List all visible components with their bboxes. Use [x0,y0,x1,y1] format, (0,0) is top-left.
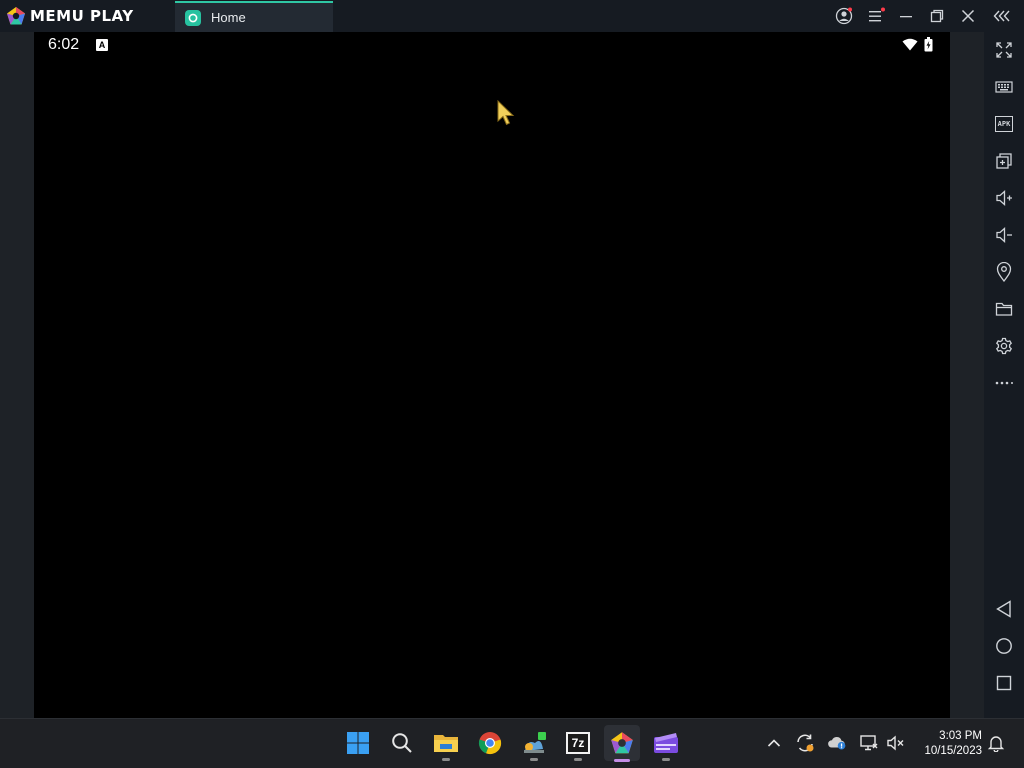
taskbar-memu[interactable] [604,725,640,762]
mouse-cursor-icon [497,100,515,126]
folder-icon [995,302,1013,316]
volume-up-icon [996,190,1012,206]
account-button[interactable] [834,6,854,26]
tray-sync[interactable] [795,733,815,753]
minimize-button[interactable] [896,6,916,26]
running-indicator [574,758,582,761]
bell-icon [987,736,1005,752]
clipchamp-icon [654,733,678,753]
menu-icon [869,7,885,22]
tab-home[interactable]: Home [175,1,333,32]
fullscreen-button[interactable] [992,38,1016,62]
clock-date: 10/15/2023 [924,745,982,757]
keyboard-indicator-icon: A [96,39,108,51]
tray-onedrive[interactable] [827,733,847,753]
running-indicator [530,758,538,761]
collapse-sidebar-button[interactable] [993,6,1013,26]
multi-instance-icon [996,153,1012,169]
apk-icon: APK [995,116,1013,132]
sync-icon [797,734,814,752]
more-icon [995,381,1013,385]
file-explorer-icon [434,735,458,752]
taskbar-search-button[interactable] [386,727,418,759]
app-logo: MEMU PLAY [6,6,134,26]
left-border [0,32,34,718]
cloud-icon [828,736,846,750]
7zip-label: 7z [571,736,585,750]
taskbar-clipchamp[interactable] [650,727,682,761]
running-indicator [442,758,450,761]
android-recents-button[interactable] [992,671,1016,695]
show-hidden-icons-button[interactable] [764,733,784,753]
multi-instance-button[interactable] [992,149,1016,173]
taskbar-7zip[interactable]: 7z [562,727,594,761]
android-status-time: 6:02 [48,36,80,53]
network-icon [860,735,878,751]
chrome-icon [478,732,502,755]
search-icon [392,733,412,753]
app-icon [524,732,546,753]
keyboard-icon [995,81,1013,93]
recents-icon [996,675,1012,691]
android-back-button[interactable] [992,597,1016,621]
active-indicator [614,759,630,762]
start-button[interactable] [342,727,374,759]
battery-icon [924,37,933,52]
windows-start-icon [347,732,369,754]
restore-button[interactable] [927,6,947,26]
menu-button[interactable] [866,6,886,26]
volume-down-button[interactable] [992,223,1016,247]
back-icon [996,600,1011,618]
title-bar: MEMU PLAY Home [0,0,1024,32]
restore-icon [930,9,944,23]
location-button[interactable] [992,260,1016,284]
notifications-button[interactable] [986,733,1006,753]
volume-muted-icon [887,735,904,751]
taskbar-file-explorer[interactable] [430,727,462,761]
minimize-icon [900,16,912,18]
settings-button[interactable] [992,334,1016,358]
wifi-icon [902,38,918,51]
tab-label: Home [211,10,246,25]
location-icon [996,262,1012,282]
home-icon [996,638,1012,654]
close-icon [961,9,975,23]
apk-label: APK [997,120,1011,128]
close-button[interactable] [958,6,978,26]
windows-taskbar: 7z 3:03 PM 10/15/2023 [0,718,1024,768]
keyboard-button[interactable] [992,75,1016,99]
taskbar-app[interactable] [518,727,550,761]
clock-time: 3:03 PM [939,730,982,742]
running-indicator [662,758,670,761]
tray-volume[interactable] [886,733,906,753]
chevron-up-icon [767,739,781,747]
memu-icon [611,732,633,754]
android-home-button[interactable] [992,634,1016,658]
right-border [950,32,984,718]
emulator-sidebar: APK [984,32,1024,718]
shared-folder-button[interactable] [992,297,1016,321]
volume-down-icon [996,227,1012,243]
7zip-icon: 7z [566,732,590,754]
more-button[interactable] [992,371,1016,395]
collapse-sidebar-icon [993,10,1010,22]
volume-up-button[interactable] [992,186,1016,210]
account-icon [835,7,853,25]
settings-icon [995,337,1013,355]
tray-network[interactable] [859,733,879,753]
home-app-icon [185,9,201,26]
memu-logo-icon [7,7,25,25]
taskbar-clock[interactable]: 3:03 PM 10/15/2023 [912,729,982,759]
fullscreen-icon [996,42,1012,58]
taskbar-chrome[interactable] [474,727,506,759]
brand-name: MEMU PLAY [30,7,134,25]
android-screen[interactable]: 6:02 A [34,32,950,718]
install-apk-button[interactable]: APK [992,112,1016,136]
